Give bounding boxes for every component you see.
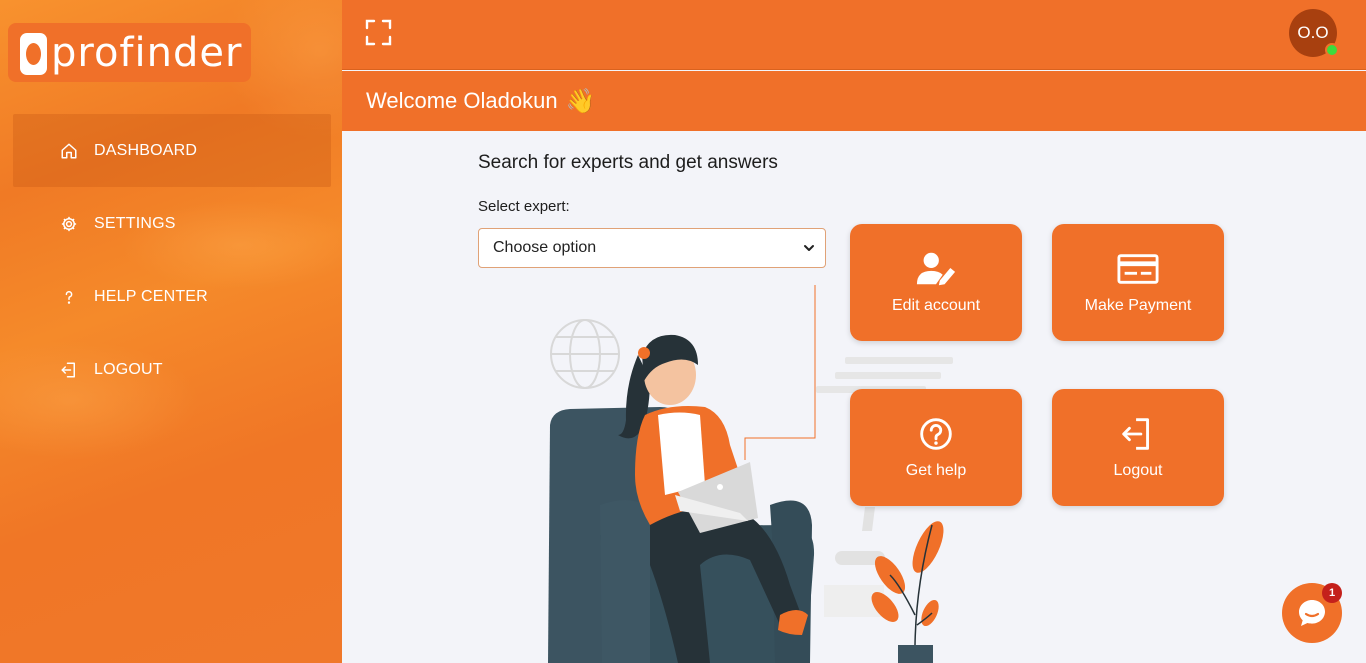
sidebar-item-logout[interactable]: LOGOUT bbox=[13, 333, 331, 406]
sidebar-item-label: HELP CENTER bbox=[94, 287, 208, 305]
edit-account-tile[interactable]: Edit account bbox=[850, 224, 1022, 341]
chevron-down-icon bbox=[804, 245, 814, 251]
sidebar-item-label: DASHBOARD bbox=[94, 141, 198, 159]
tile-label: Logout bbox=[1113, 461, 1163, 479]
online-status-dot bbox=[1325, 43, 1339, 57]
credit-card-icon bbox=[1117, 253, 1159, 284]
select-expert-label: Select expert: bbox=[478, 198, 570, 215]
waving-hand-icon: 👋 bbox=[565, 87, 596, 115]
tile-label: Make Payment bbox=[1084, 296, 1192, 314]
expert-select[interactable]: Choose option bbox=[478, 228, 826, 268]
brand-logo[interactable]: profinder bbox=[8, 23, 251, 82]
sidebar-item-settings[interactable]: SETTINGS bbox=[13, 187, 331, 260]
logout-icon bbox=[1122, 417, 1149, 450]
logout-tile[interactable]: Logout bbox=[1052, 389, 1224, 506]
tile-label: Get help bbox=[905, 461, 967, 479]
question-icon bbox=[60, 288, 78, 306]
chat-notification-badge: 1 bbox=[1322, 583, 1342, 603]
fullscreen-icon[interactable] bbox=[365, 19, 392, 46]
user-edit-icon bbox=[916, 252, 956, 285]
get-help-tile[interactable]: Get help bbox=[850, 389, 1022, 506]
tile-label: Edit account bbox=[891, 296, 981, 314]
home-icon bbox=[60, 142, 78, 160]
welcome-banner: Welcome Oladokun 👋 bbox=[342, 71, 1366, 131]
make-payment-tile[interactable]: Make Payment bbox=[1052, 224, 1224, 341]
sidebar-item-label: LOGOUT bbox=[94, 360, 163, 378]
chat-icon bbox=[1299, 600, 1325, 626]
search-title: Search for experts and get answers bbox=[478, 152, 778, 173]
question-circle-icon bbox=[920, 417, 952, 450]
logo-mark-icon bbox=[20, 32, 47, 75]
sidebar-item-dashboard[interactable]: DASHBOARD bbox=[13, 114, 331, 187]
brand-name: profinder bbox=[51, 29, 243, 76]
gear-icon bbox=[60, 215, 78, 233]
logout-icon bbox=[60, 361, 78, 379]
welcome-text: Welcome Oladokun bbox=[366, 88, 558, 113]
select-value: Choose option bbox=[493, 239, 597, 256]
sidebar-item-label: SETTINGS bbox=[94, 214, 176, 232]
sidebar-nav: DASHBOARD SETTINGS HELP CENTER LOGOUT bbox=[13, 114, 331, 406]
top-header: O.O bbox=[342, 0, 1366, 70]
sidebar: profinder DASHBOARD SETTINGS HELP CENTER… bbox=[0, 0, 342, 663]
sidebar-item-help-center[interactable]: HELP CENTER bbox=[13, 260, 331, 333]
